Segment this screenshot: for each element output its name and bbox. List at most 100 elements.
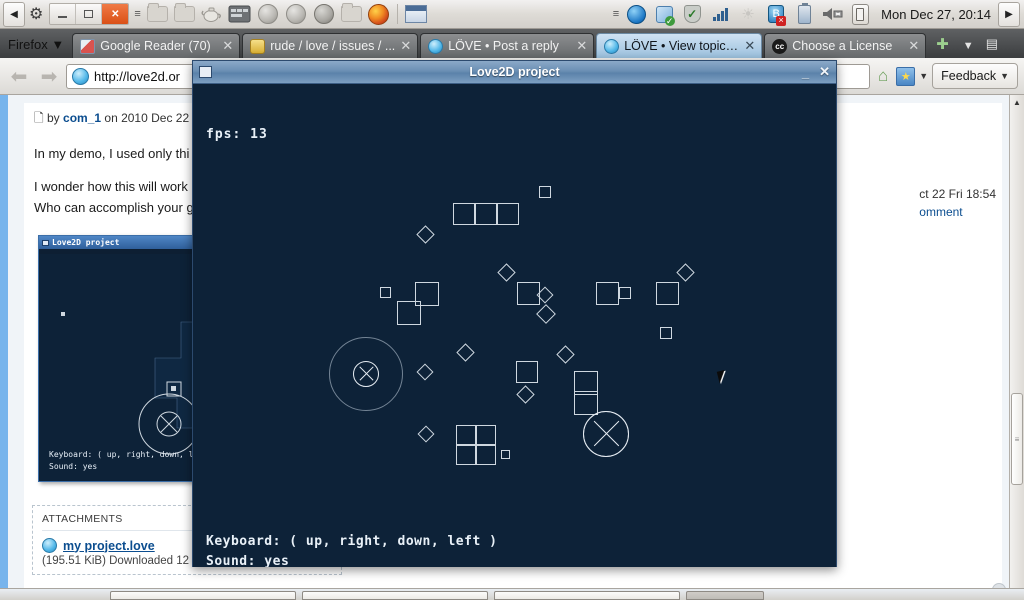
clock[interactable]: Mon Dec 27, 20:14: [874, 7, 998, 22]
teapot-icon[interactable]: [200, 3, 224, 25]
side-date-text: ct 22 Fri 18:54: [919, 187, 996, 201]
terminal-icon[interactable]: [228, 3, 252, 25]
thumbnail-window-icon: [42, 239, 49, 246]
tab-list-dropdown-icon[interactable]: ▼: [957, 40, 980, 58]
update-manager-icon[interactable]: [652, 3, 676, 26]
tab-choose-a-license[interactable]: cc Choose a License ✕: [764, 33, 927, 58]
scrollbar-grip-icon: ≡: [1014, 434, 1020, 444]
game-square: [656, 282, 679, 305]
signal-bars-icon[interactable]: [708, 3, 732, 25]
love2d-window[interactable]: Love2D project _ ✕ fps: 13 Keyboard: ( u…: [192, 60, 837, 567]
star-glyph: ★: [900, 70, 911, 83]
device-icon[interactable]: [848, 3, 872, 25]
love-file-icon: [42, 538, 57, 553]
love2d-window-controls: _ ✕: [802, 64, 830, 80]
globe-icon[interactable]: [312, 3, 336, 25]
volume-icon[interactable]: [820, 3, 844, 25]
scrollbar-thumb[interactable]: ≡: [1011, 393, 1023, 485]
folder-icon[interactable]: [340, 3, 362, 22]
love2d-minimize-button[interactable]: _: [802, 65, 809, 80]
firefox-gray-icon[interactable]: [284, 3, 308, 25]
tray-menu-icon[interactable]: ≡: [613, 8, 619, 20]
feedback-label: Feedback: [941, 69, 997, 83]
side-comment-link[interactable]: omment: [919, 205, 996, 219]
folder-icon[interactable]: [146, 3, 168, 22]
tab-close-icon[interactable]: ✕: [576, 38, 587, 54]
tab-love-view-topic[interactable]: LÖVE • View topic - N... ✕: [596, 33, 763, 58]
game-square: [417, 425, 435, 443]
gear-icon[interactable]: ⚙: [29, 4, 43, 24]
window-icon[interactable]: [404, 3, 428, 25]
bluetooth-disabled-icon[interactable]: B: [764, 3, 788, 26]
tab-google-reader[interactable]: Google Reader (70) ✕: [72, 33, 241, 58]
tab-love-post-a-reply[interactable]: LÖVE • Post a reply ✕: [420, 33, 595, 58]
attachment-link[interactable]: my project.love: [63, 539, 155, 553]
home-button[interactable]: ⌂: [874, 66, 892, 86]
window-menu-icon[interactable]: ≡: [134, 8, 140, 20]
tab-github-issues[interactable]: rude / love / issues / ... ✕: [242, 33, 419, 58]
tab-label: LÖVE • Post a reply: [448, 39, 559, 53]
forward-button[interactable]: ➡: [36, 64, 62, 89]
firefox-gray-icon[interactable]: [256, 3, 280, 25]
thumbnail-title: Love2D project: [52, 238, 120, 247]
scroll-up-icon[interactable]: ▲: [1010, 95, 1024, 110]
window-close-button[interactable]: ✕: [102, 4, 129, 24]
panel-back-arrow-glyph: ◀: [10, 8, 18, 20]
folder-icon[interactable]: [173, 3, 195, 22]
love-icon: [428, 38, 444, 54]
game-player-marker: [583, 411, 629, 457]
page-left-strip: [0, 95, 8, 600]
network-web-icon[interactable]: [624, 3, 648, 25]
top-panel: ◀ ⚙ ✕ ≡ ≡ ✓ ✓ ☀ B × Mon Dec 27, 20:14 ▶: [0, 0, 1024, 29]
tab-close-icon[interactable]: ✕: [222, 38, 233, 54]
page-scrollbar[interactable]: ▲ ≡ ▼: [1009, 95, 1024, 600]
thumbnail-keyboard-label: Keyboard: ( up, right, down, left: [49, 450, 208, 459]
sun-glyph: ☀: [741, 6, 755, 23]
game-square: [453, 203, 475, 225]
bookmark-icon[interactable]: ★: [896, 66, 916, 86]
gear-glyph: ⚙: [29, 6, 44, 23]
window-minimize-button[interactable]: [50, 4, 77, 24]
game-square: [476, 445, 496, 465]
shield-icon[interactable]: ✓: [680, 3, 704, 25]
tab-label: Google Reader (70): [100, 39, 211, 53]
love2d-window-icon: [199, 66, 212, 78]
love2d-canvas[interactable]: fps: 13 Keyboard: ( up, right, down, lef…: [193, 84, 836, 567]
url-text: http://love2d.or: [94, 68, 180, 84]
tab-close-icon[interactable]: ✕: [744, 38, 755, 54]
tab-close-icon[interactable]: ✕: [908, 38, 919, 54]
battery-icon[interactable]: [792, 2, 816, 25]
taskbar-button[interactable]: [302, 591, 488, 600]
github-icon: [250, 38, 266, 54]
window-menu-glyph: ≡: [134, 8, 141, 20]
window-maximize-button[interactable]: [76, 4, 103, 24]
thumbnail-hud: Keyboard: ( up, right, down, left Sound:…: [49, 449, 208, 473]
game-square: [501, 450, 510, 459]
firefox-menu-button[interactable]: Firefox ▼: [2, 29, 72, 58]
tab-close-icon[interactable]: ✕: [400, 38, 411, 54]
taskbar-button[interactable]: [494, 591, 680, 600]
love2d-title-bar[interactable]: Love2D project _ ✕: [193, 61, 836, 84]
firefox-icon[interactable]: [367, 3, 391, 25]
byline-author-link[interactable]: com_1: [63, 111, 101, 125]
game-square: [416, 363, 434, 381]
post-side-date: ct 22 Fri 18:54 omment: [919, 187, 996, 219]
love2d-window-title: Love2D project: [469, 65, 560, 79]
new-tab-button[interactable]: ✚: [928, 35, 957, 58]
panel-forward-arrow-icon[interactable]: ▶: [998, 1, 1020, 27]
panel-back-arrow-icon[interactable]: ◀: [3, 1, 25, 27]
site-identity-icon: [72, 67, 89, 85]
bookmark-dropdown-icon[interactable]: ▼: [919, 71, 928, 81]
taskbar-button[interactable]: [110, 591, 296, 600]
thumbnail-sound-label: Sound: yes: [49, 462, 98, 471]
back-button[interactable]: ⬅: [6, 64, 32, 89]
feedback-button[interactable]: Feedback ▼: [932, 63, 1018, 89]
tab-groups-icon[interactable]: ▤: [980, 36, 1004, 58]
game-square: [380, 287, 391, 298]
taskbar-button[interactable]: [686, 591, 764, 600]
brightness-icon[interactable]: ☀: [736, 3, 760, 25]
bottom-taskbar: [0, 588, 1024, 600]
love2d-close-button[interactable]: ✕: [819, 64, 830, 80]
game-square: [619, 287, 631, 299]
system-tray: ≡ ✓ ☀ B Mon Dec 27, 20:14 ▶: [610, 0, 1024, 28]
